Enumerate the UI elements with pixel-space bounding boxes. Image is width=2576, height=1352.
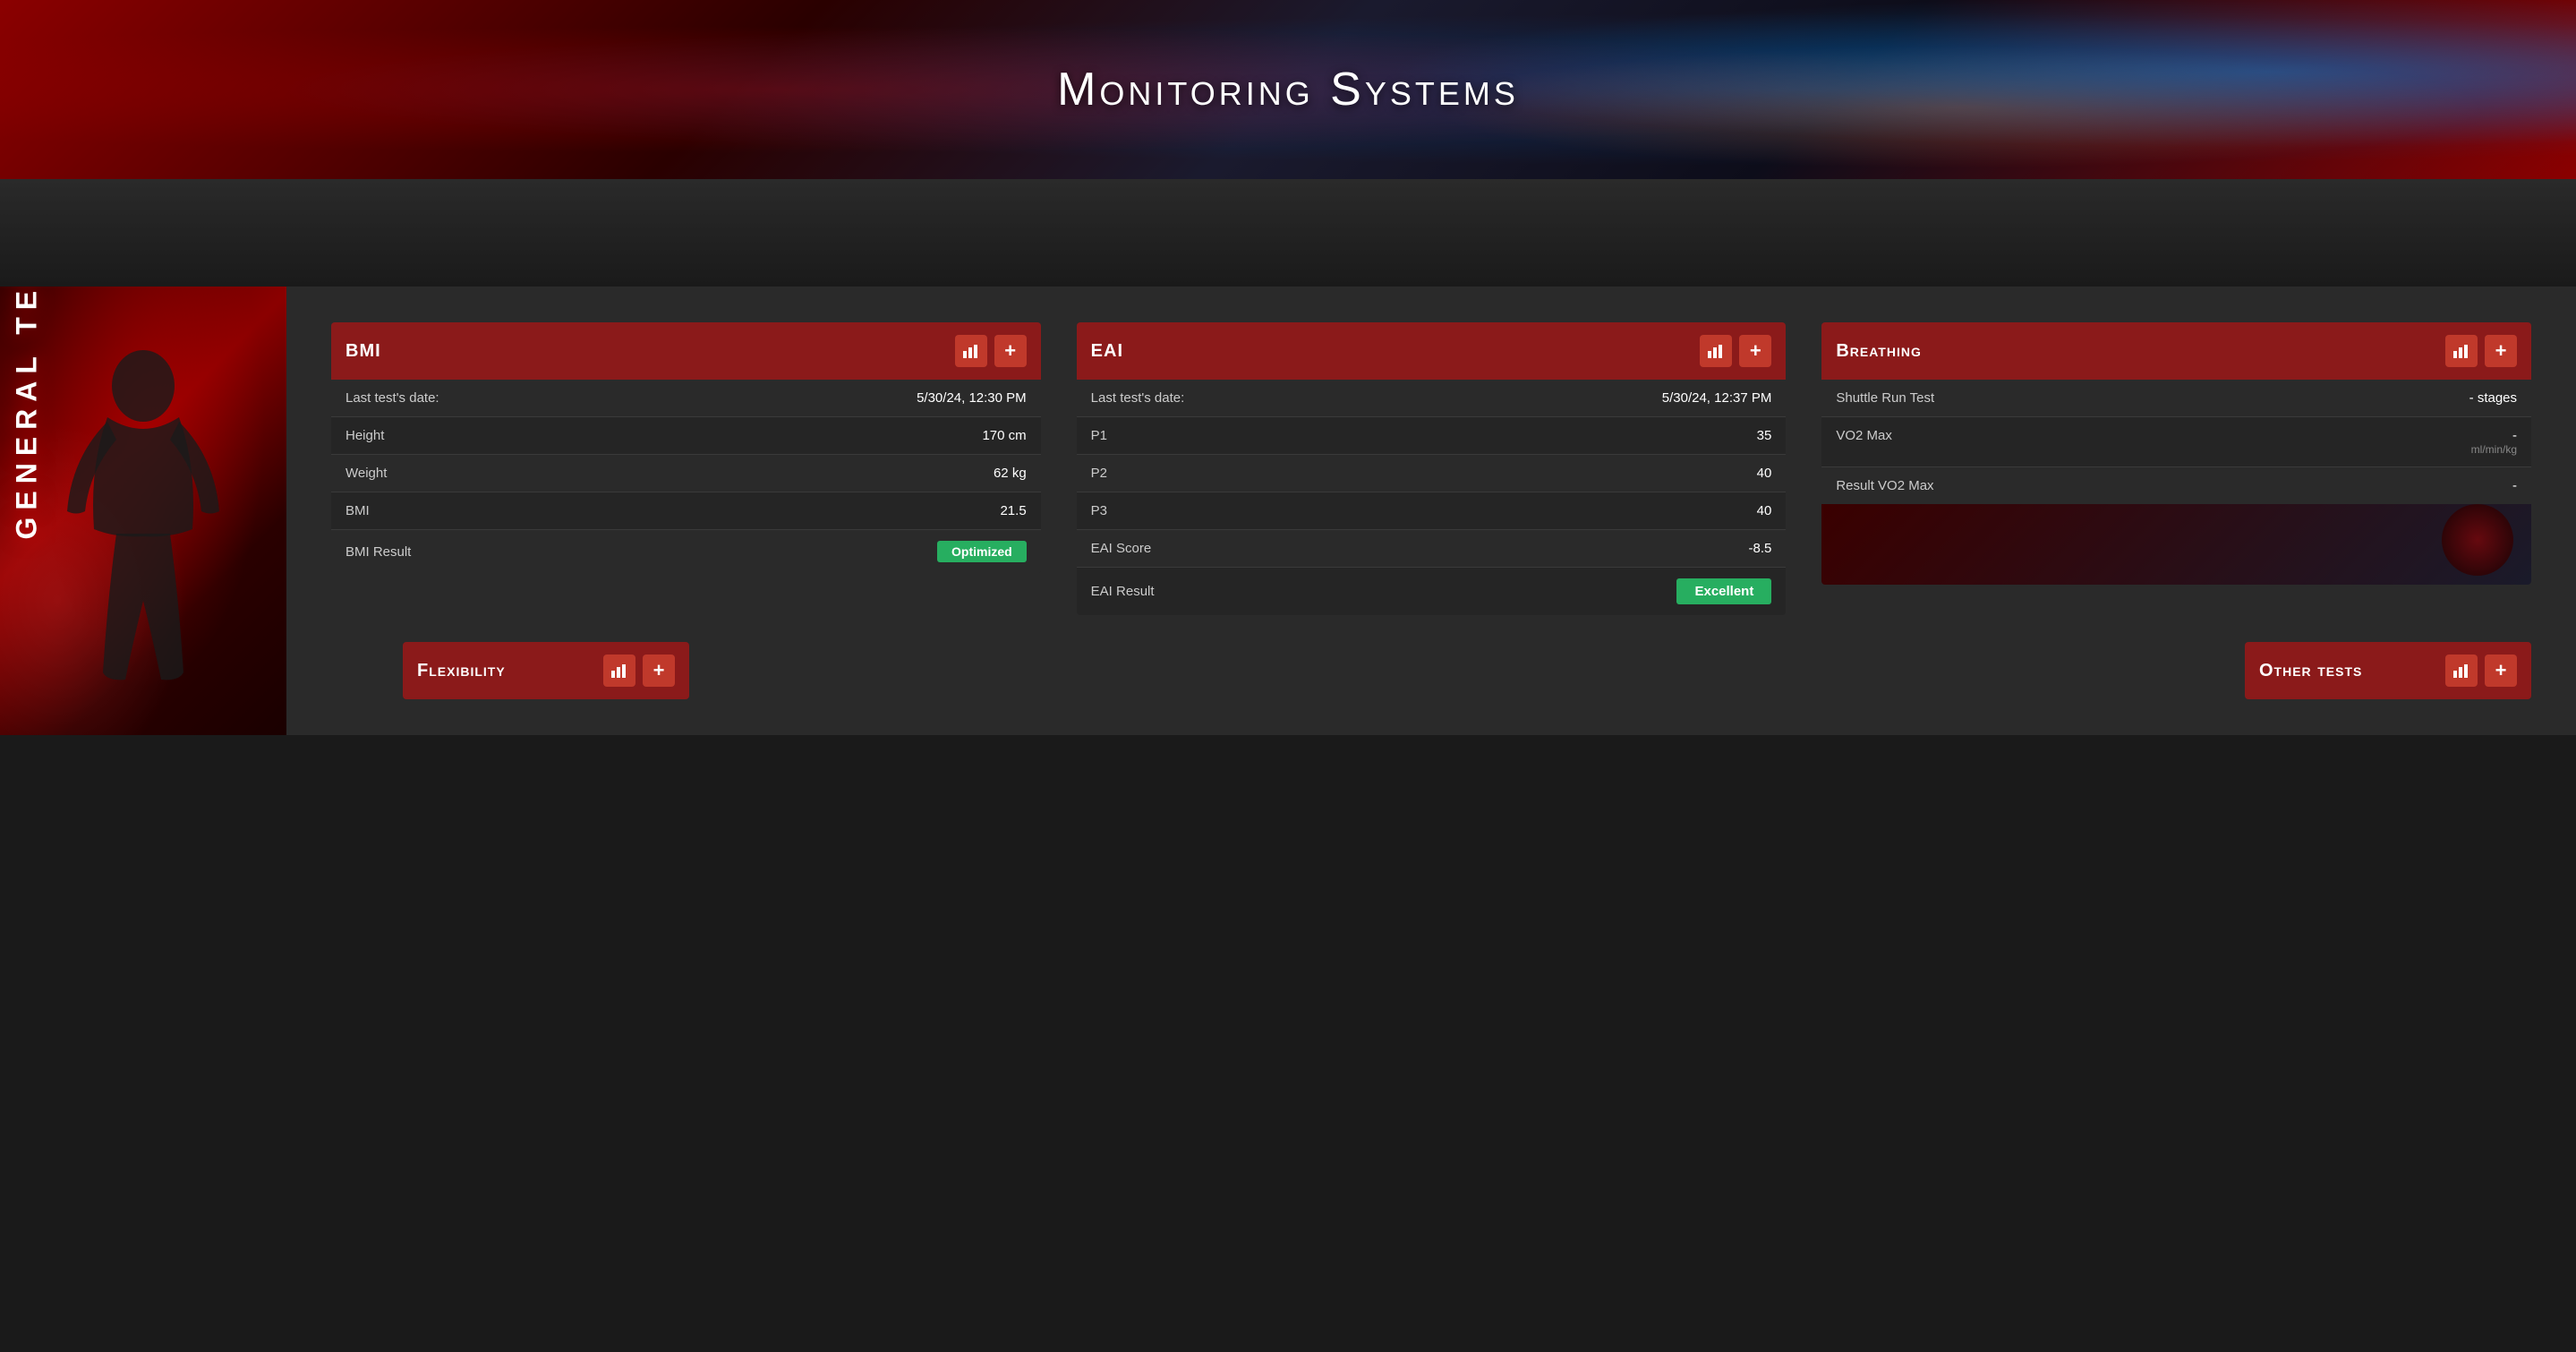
eai-date-label: Last test's date: (1091, 390, 1185, 406)
athlete-silhouette (18, 332, 269, 735)
bmi-weight-label: Weight (345, 466, 387, 481)
eai-p2-label: P2 (1091, 466, 1107, 481)
bmi-score-value: 21.5 (1000, 503, 1026, 518)
bmi-height-label: Height (345, 428, 384, 443)
breathing-card-image (1821, 504, 2531, 585)
eai-card: EAI + Last test's (1077, 322, 1787, 615)
chart-icon (2452, 663, 2470, 678)
page-title: Monitoring Systems (1057, 63, 1519, 116)
flexibility-card-title: Flexibility (417, 661, 506, 681)
eai-date-value: 5/30/24, 12:37 PM (1662, 390, 1772, 406)
breathing-card: Breathing + Shuttl (1821, 322, 2531, 585)
eai-score-label: EAI Score (1091, 541, 1152, 556)
bmi-height-row: Height 170 cm (331, 417, 1041, 455)
flexibility-card-header: Flexibility + (403, 642, 689, 699)
eai-chart-button[interactable] (1700, 335, 1732, 367)
bmi-card: BMI + Last test's (331, 322, 1041, 573)
other-tests-card-header: Other tests + (2245, 642, 2531, 699)
bmi-score-label: BMI (345, 503, 370, 518)
page-header: Monitoring Systems (0, 0, 2576, 179)
bmi-card-title: BMI (345, 341, 381, 362)
chart-icon (610, 663, 628, 678)
eai-card-body: Last test's date: 5/30/24, 12:37 PM P1 3… (1077, 380, 1787, 615)
eai-p3-label: P3 (1091, 503, 1107, 518)
breathing-shuttle-row: Shuttle Run Test - stages (1821, 380, 2531, 417)
flexibility-card: Flexibility + (403, 642, 689, 699)
bmi-chart-button[interactable] (955, 335, 987, 367)
bmi-result-badge: Optimized (937, 541, 1027, 562)
eai-result-row: EAI Result Excellent (1077, 568, 1787, 615)
breathing-result-value: - (2512, 478, 2517, 493)
eai-p3-value: 40 (1757, 503, 1772, 518)
other-tests-card-title: Other tests (2259, 661, 2362, 681)
eai-card-title: EAI (1091, 341, 1123, 362)
breathing-vo2-row: VO2 Max - ml/min/kg (1821, 417, 2531, 467)
breathing-shuttle-label: Shuttle Run Test (1836, 390, 1934, 406)
breathing-add-button[interactable]: + (2485, 335, 2517, 367)
eai-result-label: EAI Result (1091, 584, 1155, 599)
bmi-date-value: 5/30/24, 12:30 PM (917, 390, 1027, 406)
breathing-chart-button[interactable] (2445, 335, 2478, 367)
bmi-result-label: BMI Result (345, 544, 411, 560)
breathing-result-label: Result VO2 Max (1836, 478, 1933, 493)
flexibility-add-button[interactable]: + (643, 655, 675, 687)
eai-p2-row: P2 40 (1077, 455, 1787, 492)
eai-result-badge: Excellent (1676, 578, 1771, 604)
breathing-card-title: Breathing (1836, 341, 1922, 362)
bmi-height-value: 170 cm (982, 428, 1026, 443)
eai-p1-row: P1 35 (1077, 417, 1787, 455)
bottom-cards-row: Flexibility + (403, 642, 2531, 699)
bmi-card-body: Last test's date: 5/30/24, 12:30 PM Heig… (331, 380, 1041, 573)
eai-date-row: Last test's date: 5/30/24, 12:37 PM (1077, 380, 1787, 417)
cards-area: BMI + Last test's (286, 287, 2576, 735)
bmi-date-row: Last test's date: 5/30/24, 12:30 PM (331, 380, 1041, 417)
top-cards-row: BMI + Last test's (331, 322, 2531, 615)
breathing-vo2-label: VO2 Max (1836, 428, 1892, 443)
chart-icon (962, 344, 980, 358)
other-tests-chart-button[interactable] (2445, 655, 2478, 687)
dark-transition (0, 179, 2576, 287)
breathing-card-body: Shuttle Run Test - stages VO2 Max - ml/m… (1821, 380, 2531, 504)
bmi-date-label: Last test's date: (345, 390, 439, 406)
breathing-vo2-value: - (2512, 428, 2517, 443)
other-tests-add-button[interactable]: + (2485, 655, 2517, 687)
eai-score-value: -8.5 (1748, 541, 1771, 556)
eai-card-buttons: + (1700, 335, 1771, 367)
chart-icon (1707, 344, 1725, 358)
breathing-vo2-unit: ml/min/kg (2471, 443, 2517, 456)
bmi-score-row: BMI 21.5 (331, 492, 1041, 530)
bmi-weight-value: 62 kg (994, 466, 1027, 481)
other-tests-card: Other tests + (2245, 642, 2531, 699)
eai-add-button[interactable]: + (1739, 335, 1771, 367)
bmi-card-buttons: + (955, 335, 1027, 367)
flexibility-chart-button[interactable] (603, 655, 635, 687)
eai-p1-label: P1 (1091, 428, 1107, 443)
eai-p2-value: 40 (1757, 466, 1772, 481)
bmi-weight-row: Weight 62 kg (331, 455, 1041, 492)
eai-p3-row: P3 40 (1077, 492, 1787, 530)
sidebar-label: GENERAL TESTS (11, 287, 44, 540)
flexibility-card-buttons: + (603, 655, 675, 687)
bmi-result-row: BMI Result Optimized (331, 530, 1041, 573)
main-content: GENERAL TESTS BMI (0, 287, 2576, 735)
breathing-shuttle-value: - stages (2469, 390, 2517, 406)
bmi-add-button[interactable]: + (994, 335, 1027, 367)
eai-card-header: EAI + (1077, 322, 1787, 380)
breathing-card-buttons: + (2445, 335, 2517, 367)
breathing-result-row: Result VO2 Max - (1821, 467, 2531, 504)
eai-score-row: EAI Score -8.5 (1077, 530, 1787, 568)
eai-p1-value: 35 (1757, 428, 1772, 443)
sidebar-panel: GENERAL TESTS (0, 287, 286, 735)
breathing-card-header: Breathing + (1821, 322, 2531, 380)
bmi-card-header: BMI + (331, 322, 1041, 380)
other-tests-card-buttons: + (2445, 655, 2517, 687)
chart-icon (2452, 344, 2470, 358)
